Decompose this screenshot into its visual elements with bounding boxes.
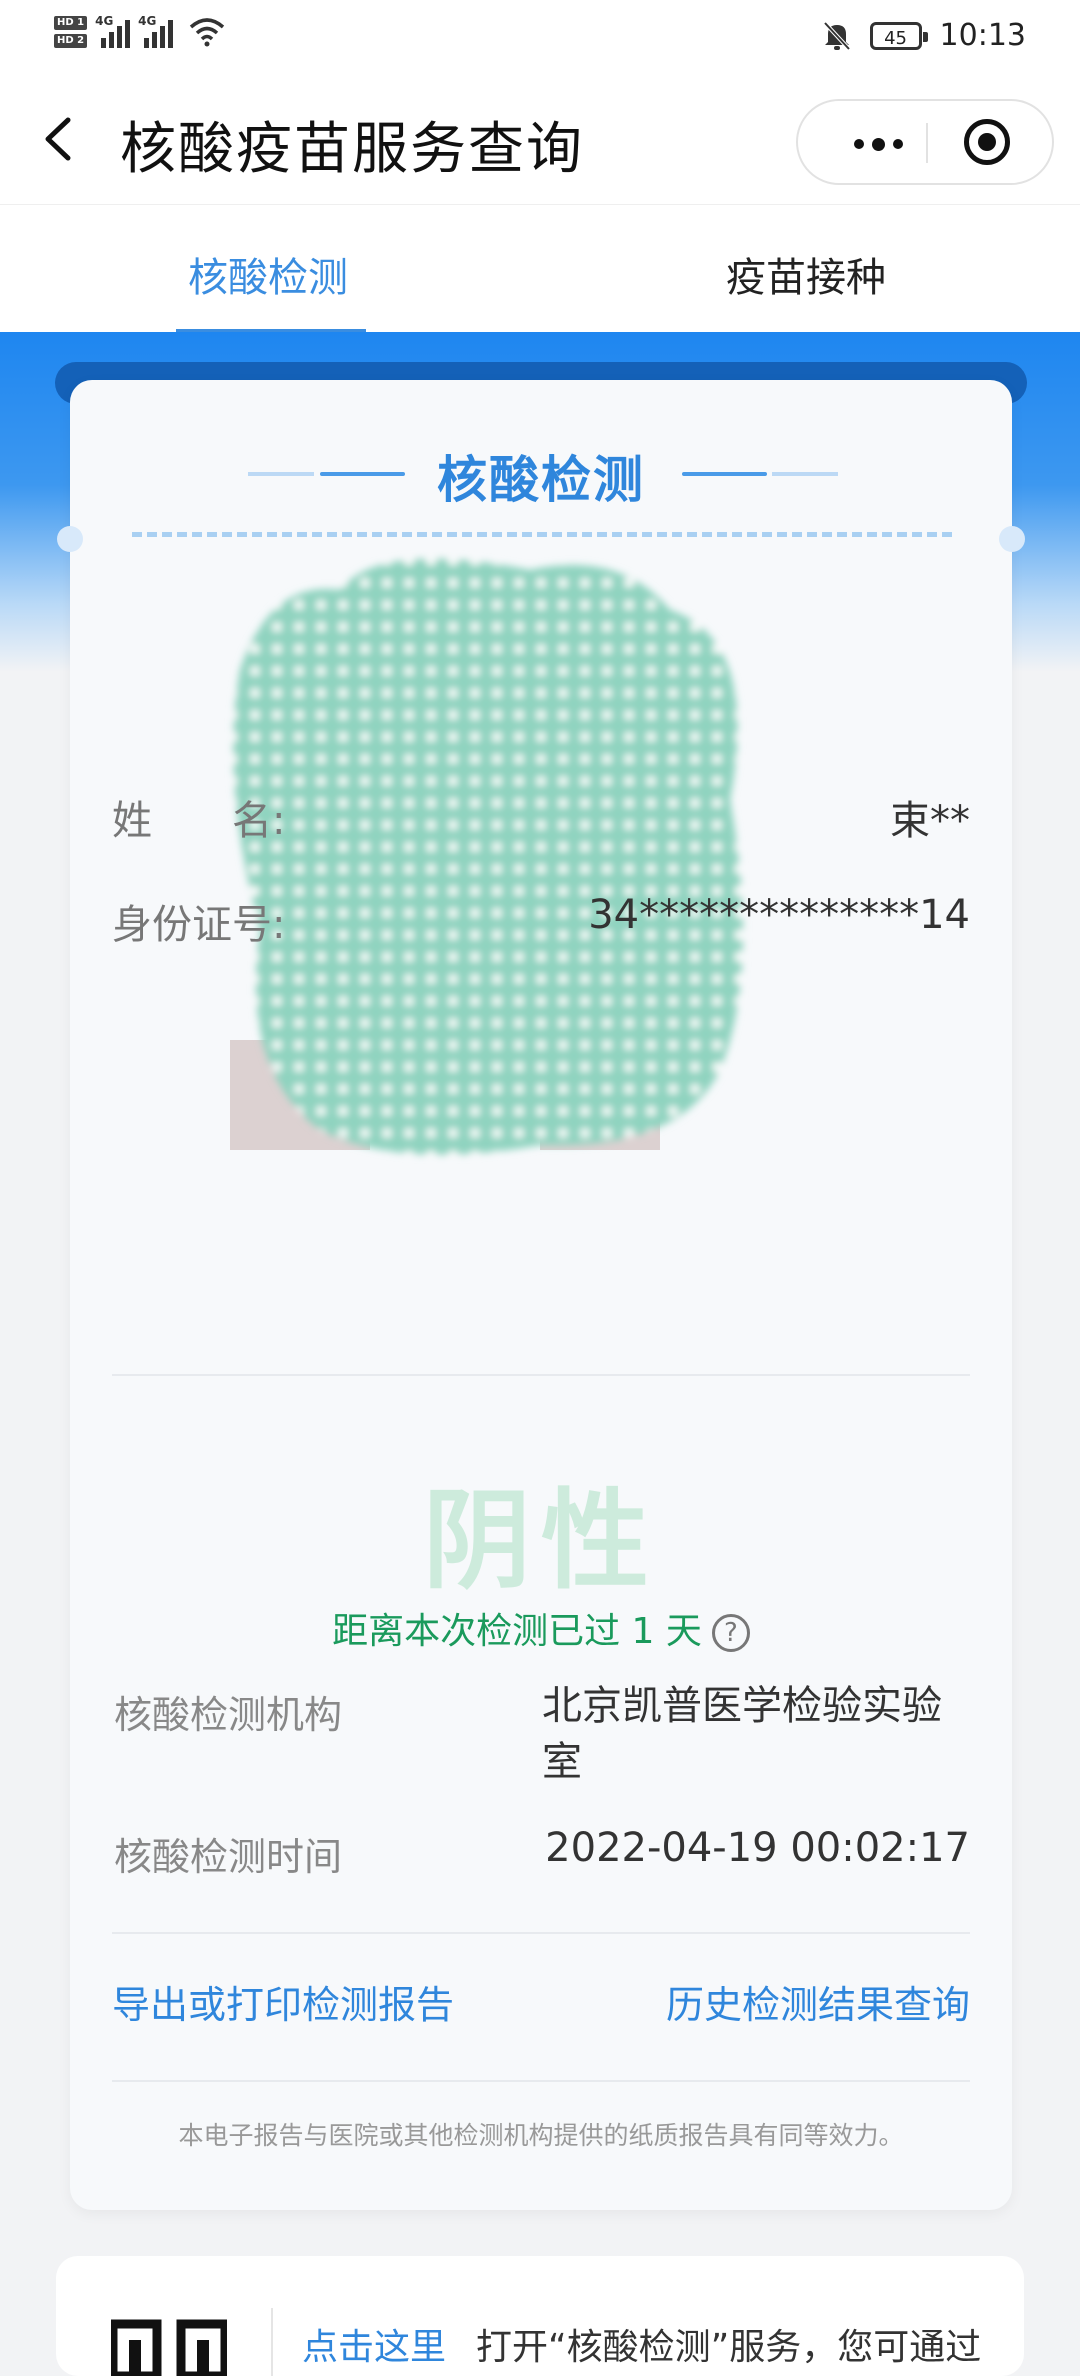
institution-value: 北京凯普医学检验实验室 [542,1683,942,1785]
name-label: 姓 名: [112,798,286,844]
clock: 10:13 [939,18,1026,53]
elapsed-text: 距离本次检测已过 1 天 [332,1611,702,1652]
click-here-link[interactable]: 点击这里 [302,2318,446,2370]
divider-1 [112,1374,970,1376]
tab-vaccination[interactable]: 疫苗接种 [726,245,886,303]
test-time-value: 2022-04-19 00:02:17 [545,1825,970,1871]
help-icon[interactable]: ? [711,1614,750,1652]
test-result-card: 核酸检测 姓 名: 束** 身份证号: 34**************14 阴… [57,380,1025,2210]
status-bar-left: HD 1 HD 2 4G 4G [54,14,225,48]
battery-level: 45 [884,27,907,49]
bottom-description: 打开“核酸检测”服务，您可通过 [476,2327,982,2368]
divider-2 [112,1932,970,1934]
tab-bar: 核酸检测 疫苗接种 [0,204,1080,334]
card-notch-left [57,526,83,552]
history-results-link[interactable]: 历史检测结果查询 [666,1974,970,2029]
bottom-service-card: 点击这里 打开“核酸检测”服务，您可通过 [56,2256,1024,2376]
close-target-icon[interactable] [964,119,1010,165]
network-type-2: 4G [138,14,157,28]
card-title: 核酸检测 [437,451,645,509]
mute-bell-icon [823,21,851,50]
id-label: 身份证号: [112,902,286,948]
title-decoration-right [682,472,767,476]
institution-label: 核酸检测机构 [114,1693,343,1737]
divider-3 [112,2080,970,2082]
back-icon[interactable] [38,114,82,164]
tab-nucleic-test[interactable]: 核酸检测 [188,245,348,303]
title-decoration-right-light [772,472,838,476]
card-notch-right [999,526,1025,552]
wifi-icon [189,18,225,47]
miniprogram-capsule [796,99,1054,185]
more-icon[interactable] [854,138,903,151]
status-bar-right: 45 10:13 [822,18,1026,53]
dashed-divider [132,532,952,537]
network-type-1: 4G [95,14,114,28]
signal-icon-1: 4G [95,14,131,48]
test-time-label: 核酸检测时间 [114,1835,343,1879]
status-bar: HD 1 HD 2 4G 4G 45 10:13 [0,0,1080,74]
page-title: 核酸疫苗服务查询 [120,117,584,182]
bottom-divider [271,2308,273,2376]
validity-footnote: 本电子报告与医院或其他检测机构提供的纸质报告具有同等效力。 [178,2121,904,2150]
qr-code-icon [111,2319,227,2376]
masked-photo [230,558,743,1155]
id-row: 身份证号: 34**************14 [112,892,970,950]
name-row: 姓 名: 束** [112,788,970,846]
card-title-row: 核酸检测 [70,440,1012,512]
id-value: 34**************14 [588,892,970,938]
battery-icon: 45 [869,21,928,50]
export-report-link[interactable]: 导出或打印检测报告 [112,1974,454,2029]
capsule-divider [926,123,928,163]
name-value: 束** [890,798,970,844]
hd-badges: HD 1 HD 2 [54,16,88,48]
nav-bar: 核酸疫苗服务查询 [0,74,1080,204]
elapsed-info: 距离本次检测已过 1 天? [70,1602,1012,1654]
signal-icon-2: 4G [138,14,174,48]
test-result: 阴性 [422,1479,659,1604]
